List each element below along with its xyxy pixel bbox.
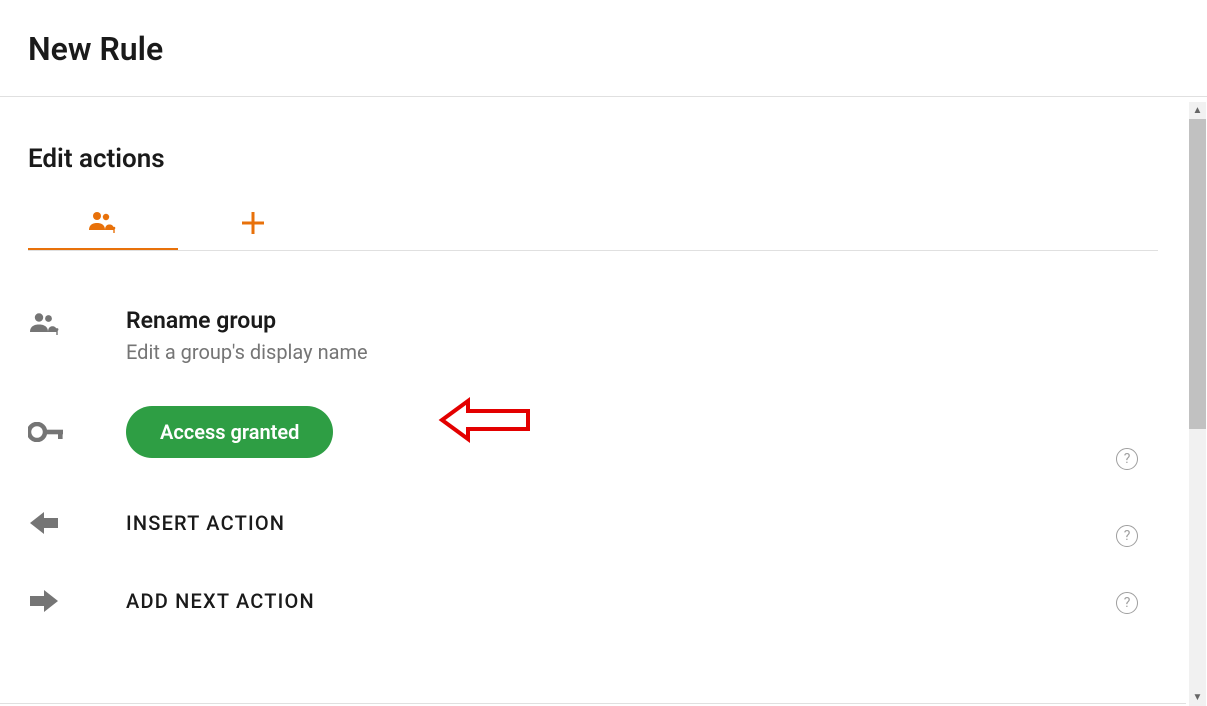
header-divider [0, 96, 1207, 97]
section-title: Edit actions [28, 102, 1158, 202]
action-row-insert[interactable]: INSERT ACTION ? [28, 510, 1158, 588]
action-body-insert: INSERT ACTION [76, 511, 1158, 535]
help-icon[interactable]: ? [1116, 525, 1138, 547]
scroll-down-arrow[interactable]: ▼ [1189, 689, 1206, 706]
tab-group-action[interactable] [28, 202, 178, 250]
action-label-addnext: ADD NEXT ACTION [126, 589, 1158, 613]
arrow-right-icon [28, 588, 76, 614]
action-subtitle-rename: Edit a group's display name [126, 340, 1158, 364]
action-row-rename: Rename group Edit a group's display name [28, 307, 1158, 406]
action-body-addnext: ADD NEXT ACTION [76, 589, 1158, 613]
action-list: Rename group Edit a group's display name… [28, 251, 1158, 644]
tabs-bar [28, 202, 1158, 251]
plus-icon [242, 211, 264, 241]
key-icon [28, 422, 76, 442]
scroll-up-arrow[interactable]: ▲ [1189, 102, 1206, 119]
page-title: New Rule [0, 0, 1207, 96]
action-body-rename: Rename group Edit a group's display name [76, 307, 1158, 364]
group-info-icon [87, 210, 119, 240]
action-row-access: Access granted ? [28, 406, 1158, 510]
action-label-insert: INSERT ACTION [126, 511, 1158, 535]
scroll-thumb[interactable] [1189, 119, 1206, 429]
group-info-icon [28, 307, 76, 337]
tab-add-action[interactable] [178, 202, 328, 250]
help-icon[interactable]: ? [1116, 592, 1138, 614]
help-icon[interactable]: ? [1116, 448, 1138, 470]
bottom-divider [0, 703, 1186, 704]
content-scroll-area[interactable]: Edit actions [0, 102, 1186, 700]
action-row-addnext[interactable]: ADD NEXT ACTION ? [28, 588, 1158, 644]
outer-scrollbar[interactable]: ▲ ▼ [1189, 102, 1206, 706]
action-title-rename: Rename group [126, 307, 1158, 334]
arrow-left-icon [28, 510, 76, 536]
access-granted-badge[interactable]: Access granted [126, 406, 333, 458]
action-body-access: Access granted [76, 406, 1158, 458]
